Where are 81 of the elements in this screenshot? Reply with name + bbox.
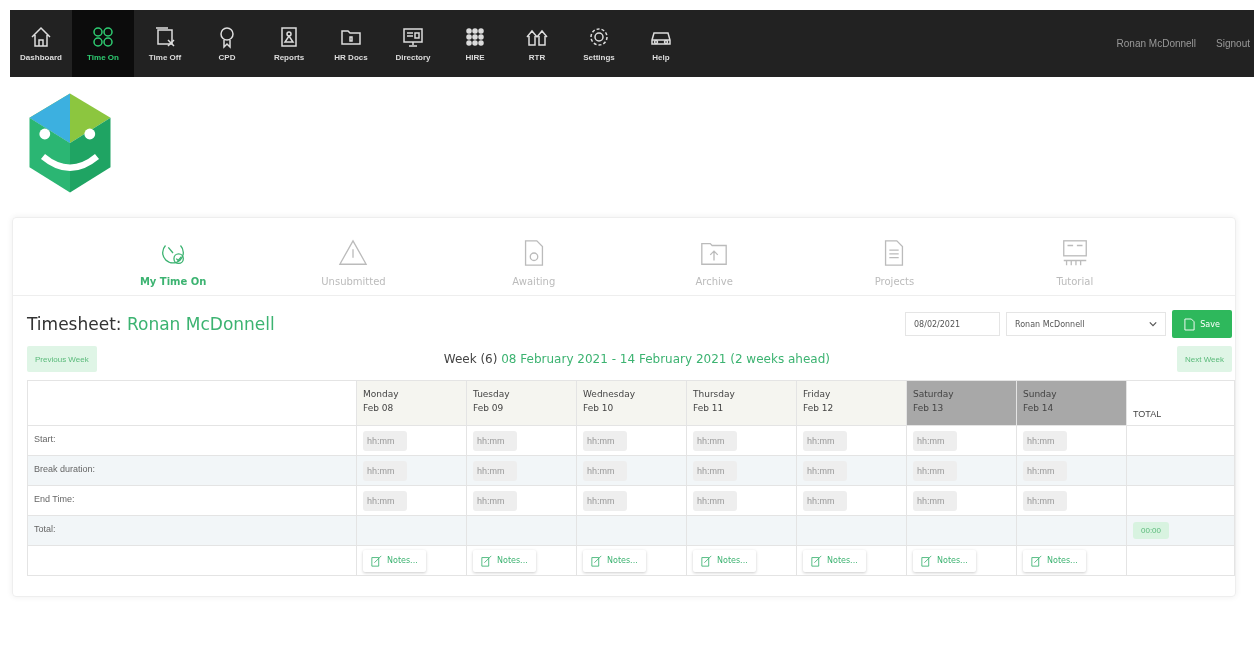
time-field[interactable]: hh:mm [913,490,957,511]
edit-icon [921,554,933,567]
time-field[interactable]: hh:mm [803,490,847,511]
nav-item[interactable]: HR Docs [320,10,382,77]
time-field[interactable]: hh:mm [363,460,407,481]
nav-item[interactable]: Directory [382,10,444,77]
day-header: Thursday Feb 11 [686,380,797,426]
time-field[interactable]: hh:mm [363,490,407,511]
notes-button[interactable]: Notes... [693,549,756,572]
time-field[interactable]: hh:mm [693,460,737,481]
settings-icon [587,25,611,49]
time-field[interactable]: hh:mm [803,460,847,481]
time-field[interactable]: hh:mm [583,490,627,511]
save-button[interactable]: Save [1172,310,1232,338]
tab[interactable]: Awaiting [473,238,594,295]
row-label: Total: [27,515,357,546]
edit-icon [481,554,493,567]
day-header: Monday Feb 08 [356,380,467,426]
time-field[interactable]: hh:mm [473,460,517,481]
signout-link[interactable]: Signout [1216,38,1250,49]
total-header: TOTAL [1126,380,1235,426]
time-field[interactable]: hh:mm [1023,460,1067,481]
time-field[interactable]: hh:mm [583,460,627,481]
notes-button[interactable]: Notes... [363,549,426,572]
day-header: Sunday Feb 14 [1016,380,1127,426]
tab[interactable]: Unsubmitted [293,238,414,295]
nav-item[interactable]: Settings [568,10,630,77]
notes-button[interactable]: Notes... [1023,549,1086,572]
notes-button[interactable]: Notes... [803,549,866,572]
tab[interactable]: Tutorial [1014,238,1135,295]
row-label: Break duration: [27,455,357,486]
time-field[interactable]: hh:mm [1023,490,1067,511]
time-field[interactable]: hh:mm [1023,430,1067,451]
time-field[interactable]: hh:mm [913,430,957,451]
tab[interactable]: My Time On [113,238,234,295]
nav-item[interactable]: Help [630,10,692,77]
time-field[interactable]: hh:mm [583,430,627,451]
notes-button[interactable]: Notes... [583,549,646,572]
nav-item[interactable]: CPD [196,10,258,77]
nav-item[interactable]: RTR [506,10,568,77]
week-range: Week (6) 08 February 2021 - 14 February 2021 (2 weeks ahead) [443,352,830,366]
nav-item[interactable]: Reports [258,10,320,77]
total-value: 00:00 [1133,522,1170,539]
notes-button[interactable]: Notes... [473,549,536,572]
nav-item[interactable]: Time On [72,10,134,77]
time-field[interactable]: hh:mm [693,430,737,451]
day-header: Saturday Feb 13 [906,380,1017,426]
row-label: Start: [27,425,357,456]
tab[interactable]: Archive [654,238,775,295]
day-header: Wednesday Feb 10 [576,380,687,426]
nav-item[interactable]: Dashboard [10,10,72,77]
edit-icon [591,554,603,567]
edit-icon [811,554,823,567]
time-field[interactable]: hh:mm [473,490,517,511]
edit-icon [701,554,713,567]
user-name[interactable]: Ronan McDonnell [1116,38,1197,49]
employee-dropdown[interactable]: Ronan McDonnell [1006,312,1166,336]
edit-icon [1031,554,1043,567]
date-field[interactable]: 08/02/2021 [905,312,1000,336]
day-header: Friday Feb 12 [796,380,907,426]
tab[interactable]: Projects [834,238,955,295]
grid-icon [463,25,487,49]
day-header: Tuesday Feb 09 [466,380,577,426]
notes-button[interactable]: Notes... [913,549,976,572]
document-icon [1184,317,1196,331]
nav-item[interactable]: Time Off [134,10,196,77]
next-week-button[interactable]: Next Week [1177,346,1232,372]
time-field[interactable]: hh:mm [803,430,847,451]
warning-icon [338,238,369,268]
edit-icon [371,554,383,567]
home-icon [29,25,53,49]
time-field[interactable]: hh:mm [693,490,737,511]
chevron-icon [1149,321,1157,327]
row-label: End Time: [27,485,357,516]
time-field[interactable]: hh:mm [473,430,517,451]
time-field[interactable]: hh:mm [913,460,957,481]
monitor-icon [401,25,425,49]
nav-item[interactable]: HIRE [444,10,506,77]
time-field[interactable]: hh:mm [363,430,407,451]
previous-week-button[interactable]: Previous Week [27,346,97,372]
timesheet-title: Timesheet: Ronan McDonnell [27,314,275,334]
